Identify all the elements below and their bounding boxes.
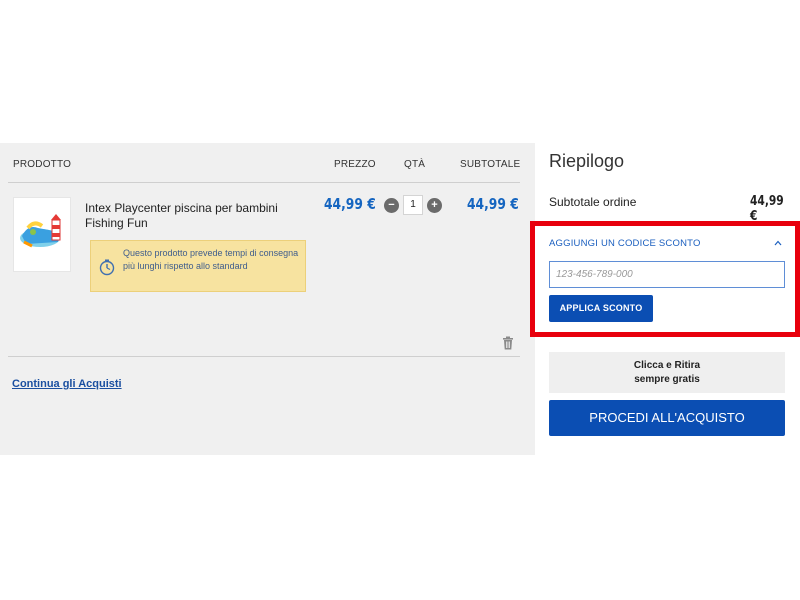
column-header-subtotal: SUBTOTALE (460, 159, 521, 170)
checkout-button[interactable]: PROCEDI ALL'ACQUISTO (549, 400, 785, 436)
click-and-collect-banner: Clicca e Ritira sempre gratis (549, 352, 785, 393)
subtotal-label: Subtotale ordine (549, 195, 637, 209)
product-image[interactable] (13, 197, 71, 272)
add-coupon-toggle[interactable]: AGGIUNGI UN CODICE SCONTO (549, 238, 701, 249)
row-divider (8, 356, 520, 357)
coupon-code-input[interactable] (549, 261, 785, 288)
product-price: 44,99 € (324, 195, 376, 213)
column-header-product: PRODOTTO (13, 159, 72, 170)
trash-icon[interactable] (502, 336, 514, 350)
delivery-notice: Questo prodotto prevede tempi di consegn… (90, 240, 306, 292)
pickup-line-2: sempre gratis (634, 374, 700, 385)
delivery-notice-text: Questo prodotto prevede tempi di consegn… (123, 248, 299, 271)
header-divider (8, 182, 520, 183)
increase-quantity-button[interactable]: + (427, 197, 442, 213)
pickup-line-1: Clicca e Ritira (633, 360, 701, 371)
column-header-price: PREZZO (334, 159, 376, 170)
stopwatch-icon (99, 259, 115, 276)
product-name[interactable]: Intex Playcenter piscina per bambini Fis… (85, 201, 305, 231)
column-header-qty: QTÀ (404, 159, 426, 170)
decrease-quantity-button[interactable]: − (384, 197, 399, 213)
apply-coupon-button[interactable]: APPLICA SCONTO (549, 295, 653, 322)
pool-toy-icon (20, 214, 61, 248)
cart-panel (0, 143, 535, 455)
summary-title: Riepilogo (549, 151, 625, 171)
subtotal-value: 44,99 € (750, 194, 784, 224)
product-subtotal: 44,99 € (467, 195, 519, 213)
quantity-stepper: − 1 + (384, 194, 442, 216)
continue-shopping-link[interactable]: Continua gli Acquisti (12, 378, 122, 390)
chevron-up-icon[interactable] (774, 240, 782, 246)
quantity-input[interactable]: 1 (403, 195, 423, 215)
